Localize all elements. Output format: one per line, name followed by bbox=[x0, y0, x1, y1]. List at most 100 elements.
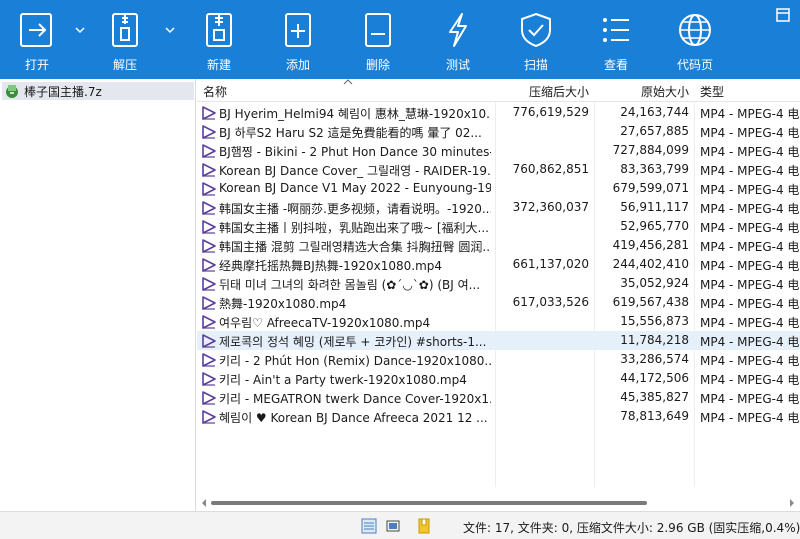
add-label: 添加 bbox=[285, 58, 310, 72]
cell-name: Korean BJ Dance Cover_ 그릴래영 - RAIDER-19.… bbox=[219, 164, 491, 178]
table-row[interactable]: BJ Hyerim_Helmi94 혜림이 惠林_慧琳-1920x10... 77… bbox=[197, 103, 800, 122]
column-header-original[interactable]: 原始大小 bbox=[597, 83, 689, 100]
table-row[interactable]: 키리 - 2 Phút Hon (Remix) Dance-1920x1080.… bbox=[197, 350, 800, 369]
table-row[interactable]: 韩国女主播丨别抖啦，乳贴跑出来了哦~ [福利大... 52,965,770 MP4 … bbox=[197, 217, 800, 236]
column-header-type[interactable]: 类型 bbox=[700, 83, 724, 100]
cell-type: MP4 - MPEG-4 电 bbox=[700, 202, 800, 216]
details-view-icon[interactable] bbox=[361, 518, 377, 534]
scroll-right-icon[interactable] bbox=[789, 499, 795, 507]
cell-original-size: 27,657,885 bbox=[620, 124, 689, 138]
cell-original-size: 83,363,799 bbox=[620, 162, 689, 176]
scan-shield-icon bbox=[521, 12, 551, 48]
cell-compressed-size: 617,033,526 bbox=[512, 295, 589, 309]
table-row[interactable]: Korean BJ Dance Cover_ 그릴래영 - RAIDER-19.… bbox=[197, 160, 800, 179]
tree-item-archive[interactable]: 棒子国主播.7z bbox=[2, 82, 194, 100]
video-file-icon bbox=[202, 353, 216, 367]
toolbar: 打开 解压 新建 添加 删除 测试 扫描 查看 代码页 bbox=[0, 0, 800, 79]
cell-original-size: 78,813,649 bbox=[620, 409, 689, 423]
cell-original-size: 44,172,506 bbox=[620, 371, 689, 385]
video-file-icon bbox=[202, 334, 216, 348]
cell-type: MP4 - MPEG-4 电 bbox=[700, 297, 800, 311]
cell-name: 熱舞-1920x1080.mp4 bbox=[219, 297, 347, 311]
cell-compressed-size: 760,862,851 bbox=[512, 162, 589, 176]
table-row[interactable]: 여우림♡ AfreecaTV-1920x1080.mp4 15,556,873 MP… bbox=[197, 312, 800, 331]
extract-icon bbox=[112, 13, 138, 47]
add-button[interactable]: 添加 bbox=[267, 0, 329, 79]
codepage-button[interactable]: 代码页 bbox=[664, 0, 726, 79]
test-icon bbox=[449, 13, 467, 47]
horizontal-scrollbar[interactable] bbox=[197, 496, 800, 511]
table-row[interactable]: 熱舞-1920x1080.mp4 617,033,526 619,567,438 MP… bbox=[197, 293, 800, 312]
cell-type: MP4 - MPEG-4 电 bbox=[700, 107, 800, 121]
status-bar: 文件: 17, 文件夹: 0, 压缩文件大小: 2.96 GB (固实压缩,0.… bbox=[0, 511, 800, 539]
extract-button[interactable]: 解压 bbox=[94, 0, 156, 79]
open-icon bbox=[20, 13, 52, 47]
archive-icon bbox=[6, 85, 18, 98]
extract-dropdown-chevron-icon[interactable] bbox=[164, 24, 176, 36]
thumbnail-view-icon[interactable] bbox=[385, 518, 401, 534]
cell-original-size: 11,784,218 bbox=[620, 333, 689, 347]
cell-name: 여우림♡ AfreecaTV-1920x1080.mp4 bbox=[219, 316, 431, 330]
column-header-name[interactable]: 名称 bbox=[203, 83, 227, 100]
cell-name: BJ Hyerim_Helmi94 혜림이 惠林_慧琳-1920x10... bbox=[219, 107, 491, 121]
cell-compressed-size: 372,360,037 bbox=[512, 200, 589, 214]
cell-original-size: 419,456,281 bbox=[612, 238, 689, 252]
table-row[interactable]: BJ햄찡 - Bikini - 2 Phut Hon Dance 30 minu… bbox=[197, 141, 800, 160]
cell-name: 뒤태 미녀 그녀의 화려한 몸놀림 (✿´◡`✿) (BJ 여... bbox=[219, 278, 481, 292]
table-row[interactable]: 뒤태 미녀 그녀의 화려한 몸놀림 (✿´◡`✿) (BJ 여... 35,052… bbox=[197, 274, 800, 293]
new-archive-icon bbox=[206, 13, 232, 47]
video-file-icon bbox=[202, 220, 216, 234]
cell-compressed-size: 776,619,529 bbox=[512, 105, 589, 119]
cell-name: 韩国主播 混剪 그릴래영精选大合集 抖胸扭臀 圆润... bbox=[219, 240, 491, 254]
test-button[interactable]: 测试 bbox=[427, 0, 489, 79]
cell-original-size: 24,163,744 bbox=[620, 105, 689, 119]
table-row[interactable]: 韩国主播 混剪 그릴래영精选大合集 抖胸扭臀 圆润... 419,456,281 M… bbox=[197, 236, 800, 255]
video-file-icon bbox=[202, 372, 216, 386]
cell-name: 韩国女主播丨别抖啦，乳贴跑出来了哦~ [福利大... bbox=[219, 221, 489, 235]
table-row[interactable]: 혜림이 ♥ Korean BJ Dance Afreeca 2021 12 ..… bbox=[197, 407, 800, 426]
delete-icon bbox=[365, 13, 391, 47]
window-layout-icon[interactable] bbox=[776, 8, 790, 22]
table-row[interactable]: Korean BJ Dance V1 May 2022 - Eunyoung-1… bbox=[197, 179, 800, 198]
video-file-icon bbox=[202, 315, 216, 329]
scan-button[interactable]: 扫描 bbox=[505, 0, 567, 79]
cell-type: MP4 - MPEG-4 电 bbox=[700, 354, 800, 368]
tree-item-label: 棒子国主播.7z bbox=[24, 84, 102, 99]
table-row[interactable]: 韩国女主播 -啊丽莎.更多视频，请看说明。-1920... 372,360,037… bbox=[197, 198, 800, 217]
view-button[interactable]: 查看 bbox=[585, 0, 647, 79]
table-row[interactable]: BJ 하루S2 Haru S2 這是免費能看的嗎 暈了 02... 27,657,… bbox=[197, 122, 800, 141]
scroll-left-icon[interactable] bbox=[201, 499, 207, 507]
column-header-compressed[interactable]: 压缩后大小 bbox=[497, 83, 589, 100]
table-row[interactable]: 제로콕의 정석 혜밍 (제로투 + 코카인) #shorts-1... 11,78… bbox=[197, 331, 800, 350]
video-file-icon bbox=[202, 410, 216, 424]
archive-info-icon bbox=[418, 518, 430, 534]
cell-type: MP4 - MPEG-4 电 bbox=[700, 221, 800, 235]
cell-name: 키리 - 2 Phút Hon (Remix) Dance-1920x1080.… bbox=[219, 354, 491, 368]
table-row[interactable]: 키리 - MEGATRON twerk Dance Cover-1920x1..… bbox=[197, 388, 800, 407]
table-row[interactable]: 키리 - Ain't a Party twerk-1920x1080.mp4 44… bbox=[197, 369, 800, 388]
extract-label: 解压 bbox=[112, 58, 137, 72]
open-label: 打开 bbox=[24, 58, 49, 72]
cell-original-size: 52,965,770 bbox=[620, 219, 689, 233]
sort-ascending-icon bbox=[343, 79, 353, 85]
open-dropdown-chevron-icon[interactable] bbox=[74, 24, 86, 36]
scrollbar-thumb[interactable] bbox=[211, 501, 647, 505]
open-button[interactable]: 打开 bbox=[6, 0, 68, 79]
cell-type: MP4 - MPEG-4 电 bbox=[700, 373, 800, 387]
video-file-icon bbox=[202, 144, 216, 158]
cell-name: 키리 - MEGATRON twerk Dance Cover-1920x1..… bbox=[219, 392, 491, 406]
table-row[interactable]: 经典摩托摇热舞BJ热舞-1920x1080.mp4 661,137,020 244,… bbox=[197, 255, 800, 274]
cell-name: 韩国女主播 -啊丽莎.更多视频，请看说明。-1920... bbox=[219, 202, 491, 216]
video-file-icon bbox=[202, 277, 216, 291]
new-archive-button[interactable]: 新建 bbox=[188, 0, 250, 79]
cell-name: 키리 - Ain't a Party twerk-1920x1080.mp4 bbox=[219, 373, 467, 387]
cell-type: MP4 - MPEG-4 电 bbox=[700, 126, 800, 140]
cell-type: MP4 - MPEG-4 电 bbox=[700, 183, 800, 197]
cell-name: Korean BJ Dance V1 May 2022 - Eunyoung-1… bbox=[219, 181, 491, 195]
cell-original-size: 679,599,071 bbox=[612, 181, 689, 195]
cell-type: MP4 - MPEG-4 电 bbox=[700, 259, 800, 273]
delete-button[interactable]: 删除 bbox=[347, 0, 409, 79]
list-header: 名称 压缩后大小 原始大小 类型 bbox=[197, 79, 800, 102]
video-file-icon bbox=[202, 106, 216, 120]
codepage-label: 代码页 bbox=[676, 58, 713, 72]
